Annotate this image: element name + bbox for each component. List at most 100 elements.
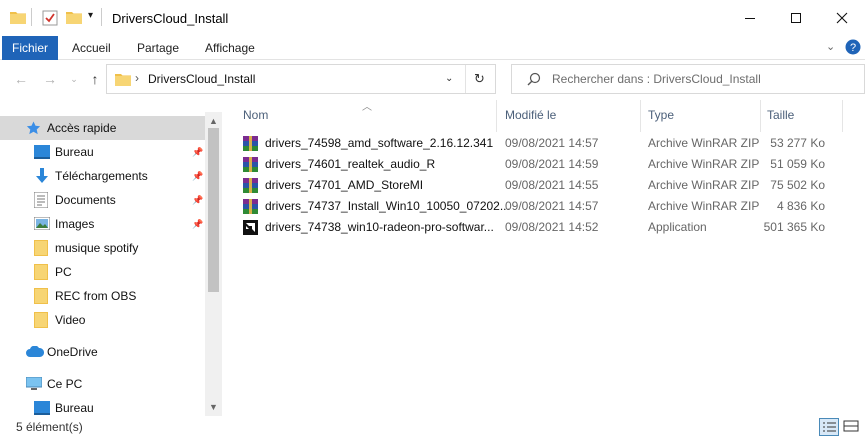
chevron-down-icon[interactable]: ⌄ bbox=[826, 40, 835, 53]
column-header-name[interactable]: Nom bbox=[243, 108, 268, 122]
window-title: DriversCloud_Install bbox=[112, 11, 229, 26]
new-folder-icon[interactable] bbox=[66, 10, 82, 27]
sidebar-item-pc-folder[interactable]: PC bbox=[0, 260, 205, 284]
details-view-button[interactable] bbox=[819, 418, 839, 436]
folder-icon bbox=[115, 72, 131, 89]
quick-access-dropdown-icon[interactable]: ▾ bbox=[88, 10, 93, 21]
file-row[interactable]: drivers_74701_AMD_StoreMI 09/08/2021 14:… bbox=[240, 175, 845, 196]
address-bar[interactable]: › DriversCloud_Install ⌄ ↻ bbox=[106, 64, 496, 94]
scroll-up-icon[interactable]: ▲ bbox=[205, 114, 222, 128]
folder-icon bbox=[34, 288, 50, 304]
tab-partage[interactable]: Partage bbox=[137, 36, 179, 60]
folder-icon bbox=[34, 264, 50, 280]
forward-arrow-icon[interactable]: → bbox=[40, 69, 60, 89]
minimize-button[interactable] bbox=[727, 0, 773, 36]
sidebar-item-label: Documents bbox=[55, 193, 116, 207]
cloud-icon bbox=[26, 345, 45, 360]
pin-icon: 📌 bbox=[192, 218, 204, 229]
file-size: 501 365 Ko bbox=[763, 220, 825, 234]
column-separator[interactable] bbox=[640, 100, 641, 132]
search-input[interactable]: Rechercher dans : DriversCloud_Install bbox=[552, 72, 761, 86]
desktop-icon bbox=[34, 145, 50, 159]
file-name: drivers_74737_Install_Win10_10050_07202.… bbox=[265, 199, 510, 213]
sidebar-item-ce-pc[interactable]: Ce PC bbox=[0, 372, 205, 396]
sidebar-item-label: Ce PC bbox=[47, 377, 83, 391]
file-size: 53 277 Ko bbox=[770, 136, 825, 150]
sidebar-item-label: Images bbox=[55, 217, 95, 231]
file-row[interactable]: drivers_74737_Install_Win10_10050_07202.… bbox=[240, 196, 845, 217]
file-row[interactable]: drivers_74601_realtek_audio_R 09/08/2021… bbox=[240, 154, 845, 175]
title-bar: ▾ DriversCloud_Install bbox=[0, 0, 865, 36]
sidebar-item-bureau[interactable]: Bureau 📌 bbox=[0, 140, 205, 164]
item-count: 5 élément(s) bbox=[16, 420, 83, 434]
sidebar-item-telechargements[interactable]: Téléchargements 📌 bbox=[0, 164, 205, 188]
file-size: 4 836 Ko bbox=[776, 199, 825, 213]
folder-icon bbox=[34, 240, 50, 256]
download-icon bbox=[34, 168, 50, 183]
sidebar-item-acces-rapide[interactable]: Accès rapide bbox=[0, 116, 205, 140]
address-divider bbox=[465, 65, 466, 93]
sidebar-item-musique-spotify[interactable]: musique spotify bbox=[0, 236, 205, 260]
up-arrow-icon[interactable]: ↑ bbox=[85, 69, 105, 89]
sidebar-item-documents[interactable]: Documents 📌 bbox=[0, 188, 205, 212]
column-header-modified[interactable]: Modifié le bbox=[505, 108, 556, 122]
sidebar-scrollbar[interactable]: ▲ ▼ bbox=[205, 112, 222, 416]
large-icons-view-icon bbox=[843, 420, 859, 432]
file-size: 51 059 Ko bbox=[770, 157, 825, 171]
close-button[interactable] bbox=[819, 0, 865, 36]
sidebar-item-rec-from-obs[interactable]: REC from OBS bbox=[0, 284, 205, 308]
tab-accueil[interactable]: Accueil bbox=[72, 36, 111, 60]
file-type: Archive WinRAR ZIP bbox=[648, 157, 760, 171]
column-separator[interactable] bbox=[842, 100, 843, 132]
tab-fichier[interactable]: Fichier bbox=[2, 36, 58, 60]
properties-icon[interactable] bbox=[42, 10, 58, 29]
scroll-down-icon[interactable]: ▼ bbox=[205, 400, 222, 414]
maximize-button[interactable] bbox=[773, 0, 819, 36]
file-type: Archive WinRAR ZIP bbox=[648, 136, 760, 150]
file-modified: 09/08/2021 14:55 bbox=[505, 178, 599, 192]
search-icon bbox=[527, 72, 541, 89]
folder-icon bbox=[10, 10, 26, 27]
sidebar-item-label: Bureau bbox=[55, 401, 94, 415]
breadcrumb-separator[interactable]: › bbox=[135, 71, 139, 85]
sidebar-item-onedrive[interactable]: OneDrive bbox=[0, 340, 205, 364]
tab-affichage[interactable]: Affichage bbox=[205, 36, 255, 60]
computer-icon bbox=[25, 376, 43, 391]
sidebar-item-label: PC bbox=[55, 265, 72, 279]
column-header-type[interactable]: Type bbox=[648, 108, 674, 122]
help-icon[interactable]: ? bbox=[845, 39, 861, 58]
svg-text:?: ? bbox=[850, 42, 856, 54]
sidebar-item-video[interactable]: Video bbox=[0, 308, 205, 332]
navigation-pane: Accès rapide Bureau 📌 Téléchargements 📌 … bbox=[0, 98, 222, 416]
scroll-thumb[interactable] bbox=[208, 128, 219, 292]
status-bar: 5 élément(s) bbox=[0, 416, 865, 439]
sidebar-item-images[interactable]: Images 📌 bbox=[0, 212, 205, 236]
sidebar-item-label: Video bbox=[55, 313, 86, 327]
file-type: Archive WinRAR ZIP bbox=[648, 199, 760, 213]
sidebar-item-label: Bureau bbox=[55, 145, 94, 159]
recent-locations-chevron-icon[interactable]: ⌄ bbox=[64, 69, 84, 89]
pin-icon: 📌 bbox=[192, 146, 204, 157]
column-separator[interactable] bbox=[496, 100, 497, 132]
file-type: Application bbox=[648, 220, 707, 234]
column-separator[interactable] bbox=[760, 100, 761, 132]
desktop-icon bbox=[34, 401, 50, 415]
column-header-size[interactable]: Taille bbox=[767, 108, 794, 122]
back-arrow-icon[interactable]: ← bbox=[11, 69, 31, 89]
file-size: 75 502 Ko bbox=[770, 178, 825, 192]
large-icons-view-button[interactable] bbox=[842, 418, 862, 436]
toolbar-divider bbox=[31, 8, 32, 26]
breadcrumb-current[interactable]: DriversCloud_Install bbox=[148, 72, 255, 86]
sidebar-item-label: Accès rapide bbox=[47, 121, 117, 135]
winrar-icon bbox=[243, 178, 258, 193]
toolbar-divider bbox=[101, 8, 102, 26]
winrar-icon bbox=[243, 157, 258, 172]
file-name: drivers_74701_AMD_StoreMI bbox=[265, 178, 424, 192]
address-dropdown-icon[interactable]: ⌄ bbox=[445, 73, 453, 84]
search-box[interactable]: Rechercher dans : DriversCloud_Install bbox=[511, 64, 865, 94]
refresh-icon[interactable]: ↻ bbox=[474, 71, 485, 87]
pin-icon: 📌 bbox=[192, 194, 204, 205]
file-row[interactable]: drivers_74738_win10-radeon-pro-softwar..… bbox=[240, 217, 845, 238]
file-row[interactable]: drivers_74598_amd_software_2.16.12.341 0… bbox=[240, 133, 845, 154]
details-view-icon bbox=[823, 422, 836, 432]
